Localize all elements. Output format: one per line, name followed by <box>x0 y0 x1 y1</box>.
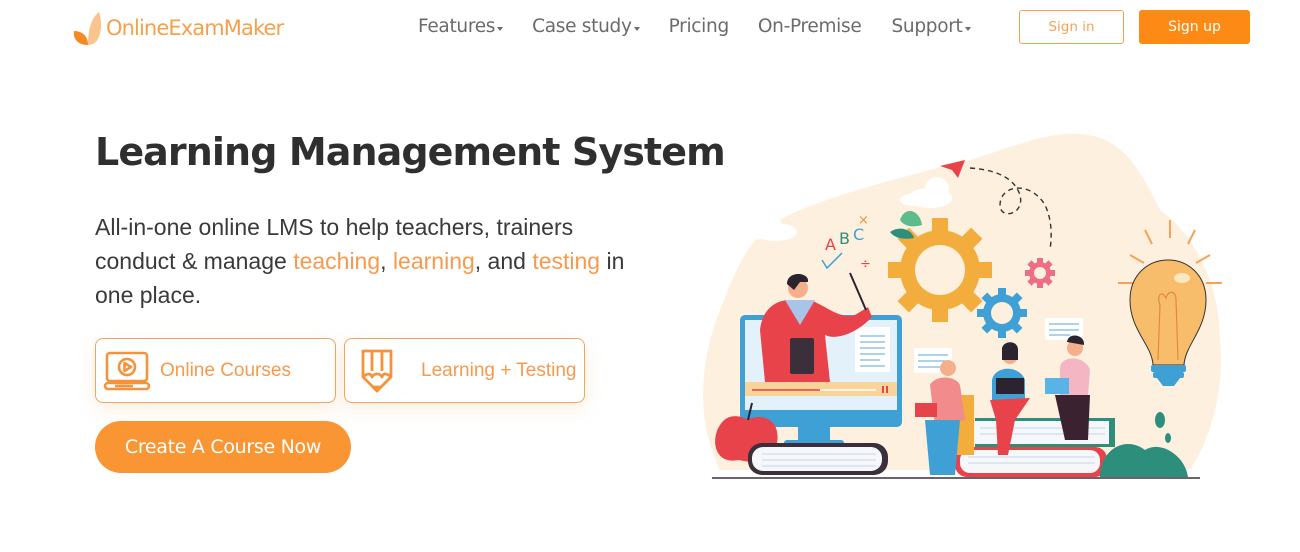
book-stack-icon <box>748 443 888 475</box>
nav-on-premise-label: On-Premise <box>757 16 862 37</box>
nav-pricing[interactable]: Pricing <box>668 16 730 37</box>
brand-logo[interactable]: OnlineExamMaker <box>72 8 284 48</box>
hero-illustration: A B C × ÷ <box>690 120 1250 490</box>
svg-text:B: B <box>839 229 850 248</box>
sign-up-button[interactable]: Sign up <box>1139 10 1250 44</box>
book-stack-icon <box>955 418 1115 477</box>
nav-on-premise[interactable]: On-Premise <box>758 16 862 37</box>
nav-case-study[interactable]: Case study <box>532 16 640 37</box>
desc-sep: , <box>380 248 393 274</box>
sign-in-button[interactable]: Sign in <box>1019 10 1124 44</box>
nav-features[interactable]: Features <box>418 16 504 37</box>
nav-features-label: Features <box>418 16 496 37</box>
create-course-button[interactable]: Create A Course Now <box>95 421 351 473</box>
laptop-play-icon <box>103 347 151 395</box>
learning-testing-label: Learning + Testing <box>421 359 577 381</box>
highlight-learning: learning <box>392 248 475 274</box>
nav-support-label: Support <box>891 16 963 37</box>
nav-support[interactable]: Support <box>891 16 971 37</box>
multiply-sign: × <box>858 213 869 228</box>
highlight-testing: testing <box>532 248 601 274</box>
main-nav: Features Case study Pricing On-Premise S… <box>418 16 971 37</box>
divide-sign: ÷ <box>860 257 871 272</box>
leaf-logo-icon <box>72 9 106 47</box>
caret-down-icon <box>497 26 504 31</box>
brand-name: OnlineExamMaker <box>106 16 284 40</box>
gear-icon <box>977 288 1027 338</box>
gear-icon <box>1025 258 1055 288</box>
desc-sep: , and <box>474 248 533 274</box>
nav-case-study-label: Case study <box>532 16 632 37</box>
pencil-icon <box>357 347 405 395</box>
highlight-teaching: teaching <box>293 248 381 274</box>
hero-description: All-in-one online LMS to help teachers, … <box>95 210 655 312</box>
online-courses-card[interactable]: Online Courses <box>95 338 336 403</box>
online-courses-label: Online Courses <box>160 359 291 381</box>
learning-testing-card[interactable]: Learning + Testing <box>344 338 585 403</box>
nav-pricing-label: Pricing <box>668 16 730 37</box>
site-header: OnlineExamMaker Features Case study Pric… <box>0 0 1300 56</box>
abc-letters: A <box>825 235 836 254</box>
caret-down-icon <box>964 26 971 31</box>
page-title: Learning Management System <box>95 130 726 174</box>
caret-down-icon <box>633 26 640 31</box>
